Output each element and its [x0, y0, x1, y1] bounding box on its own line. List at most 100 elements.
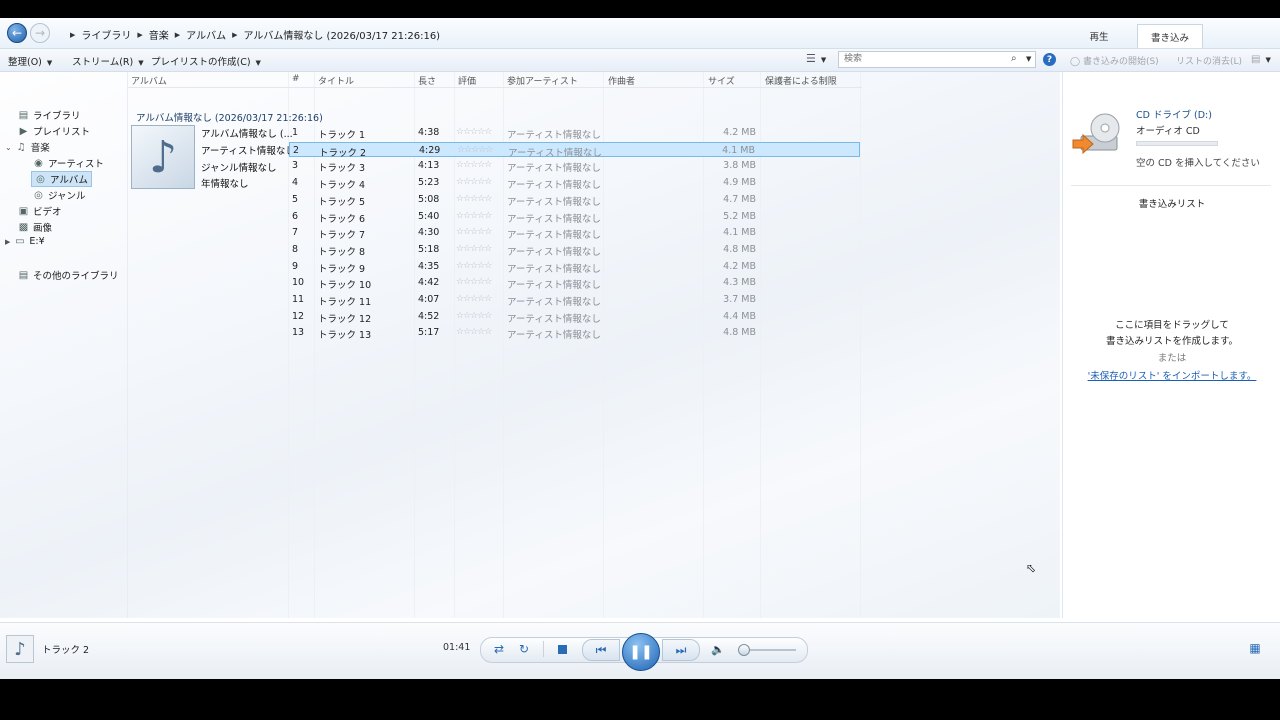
album-group-title[interactable]: アルバム情報なし (2026/03/17 21:26:16)	[136, 110, 323, 124]
help-icon[interactable]: ?	[1043, 53, 1056, 66]
track-rating[interactable]: ☆☆☆☆☆	[456, 177, 492, 187]
forward-button[interactable]: →	[30, 23, 50, 43]
repeat-icon: ↻	[518, 642, 530, 656]
nav-pictures[interactable]: ▩ 画像	[18, 220, 53, 235]
column-header-title[interactable]: タイトル	[318, 74, 354, 87]
album-meta-year: 年情報なし	[201, 179, 249, 190]
next-button[interactable]: ⏭	[662, 639, 700, 661]
nav-drive[interactable]: ▶ ▭ E:¥	[5, 236, 45, 247]
track-rating[interactable]: ☆☆☆☆☆	[456, 311, 492, 321]
album-art[interactable]: ♪	[131, 125, 195, 189]
column-header-rating[interactable]: 評価	[458, 74, 476, 87]
table-row[interactable]: 4 トラック 4 5:23 ☆☆☆☆☆ アーティスト情報なし 4.9 MB	[289, 175, 860, 192]
track-rating[interactable]: ☆☆☆☆☆	[456, 294, 492, 304]
table-row[interactable]: 5 トラック 5 5:08 ☆☆☆☆☆ アーティスト情報なし 4.7 MB	[289, 192, 860, 208]
drive-name[interactable]: CD ドライブ (D:)	[1136, 107, 1212, 121]
command-bar: 整理(O)▼ ストリーム(R)▼ プレイリストの作成(C)▼ ☰▼ ⌕ ▼ ? …	[0, 49, 1280, 72]
nav-video[interactable]: ▣ ビデオ	[18, 204, 62, 219]
search-icon[interactable]: ⌕	[1011, 53, 1017, 64]
table-row[interactable]: 10 トラック 10 4:42 ☆☆☆☆☆ アーティスト情報なし 4.3 MB	[289, 275, 860, 291]
track-title: トラック 2	[319, 147, 367, 159]
now-playing-art[interactable]: ♪	[6, 635, 34, 663]
column-header-size[interactable]: サイズ	[708, 74, 735, 87]
nav-artist[interactable]: ◉ アーティスト	[33, 156, 104, 171]
column-header-number[interactable]: #	[292, 74, 300, 84]
table-row[interactable]: 12 トラック 12 4:52 ☆☆☆☆☆ アーティスト情報なし 4.4 MB	[289, 309, 860, 325]
breadcrumb-separator-icon: ▶	[70, 30, 76, 39]
table-row[interactable]: 11 トラック 11 4:07 ☆☆☆☆☆ アーティスト情報なし 3.7 MB	[289, 292, 860, 308]
table-row[interactable]: 2 トラック 2 4:29 ☆☆☆☆☆ アーティスト情報なし 4.1 MB	[289, 141, 860, 159]
track-rating[interactable]: ☆☆☆☆☆	[456, 194, 492, 204]
nav-pictures-label: 画像	[33, 223, 53, 234]
column-header-artist[interactable]: 参加アーティスト	[507, 74, 578, 87]
pause-button[interactable]: ❚❚	[622, 633, 660, 671]
track-rating[interactable]: ☆☆☆☆☆	[456, 327, 492, 337]
chevron-right-icon[interactable]: ▶	[5, 238, 10, 246]
table-row[interactable]: 7 トラック 7 4:30 ☆☆☆☆☆ アーティスト情報なし 4.1 MB	[289, 225, 860, 241]
start-burn-button[interactable]: ◯ 書き込みの開始(S)	[1070, 54, 1159, 67]
caret-down-icon[interactable]: ▼	[1026, 55, 1031, 63]
navigation-pane: ▤ ライブラリ ▶ プレイリスト ⌄ ♫ 音楽 ◉ アーティスト ◎ アルバム ◎ ジャンル …	[0, 72, 128, 618]
stop-button[interactable]	[553, 640, 571, 658]
column-header-album[interactable]: アルバム	[131, 74, 167, 87]
breadcrumb-current[interactable]: アルバム情報なし (2026/03/17 21:26:16)	[243, 27, 440, 42]
track-length: 4:35	[418, 260, 440, 272]
track-title: トラック 12	[318, 313, 372, 325]
nav-genre-label: ジャンル	[48, 191, 86, 202]
track-length: 4:13	[418, 160, 440, 172]
column-header-length[interactable]: 長さ	[418, 74, 436, 87]
track-rating[interactable]: ☆☆☆☆☆	[456, 160, 492, 170]
table-row[interactable]: 8 トラック 8 5:18 ☆☆☆☆☆ アーティスト情報なし 4.8 MB	[289, 242, 860, 258]
nav-genre[interactable]: ◎ ジャンル	[33, 188, 86, 203]
table-row[interactable]: 1 トラック 1 4:38 ☆☆☆☆☆ アーティスト情報なし 4.2 MB	[289, 125, 860, 141]
search-input[interactable]	[839, 52, 1004, 66]
tab-burn[interactable]: 書き込み	[1137, 24, 1203, 48]
breadcrumb-album[interactable]: アルバム	[186, 27, 226, 42]
volume-slider-thumb[interactable]	[738, 644, 750, 656]
repeat-button[interactable]: ↻	[515, 640, 533, 658]
list-options-button[interactable]: ▤ ▼	[1251, 54, 1271, 65]
table-row[interactable]: 9 トラック 9 4:35 ☆☆☆☆☆ アーティスト情報なし 4.2 MB	[289, 259, 860, 275]
table-row[interactable]: 6 トラック 6 5:40 ☆☆☆☆☆ アーティスト情報なし 5.2 MB	[289, 209, 860, 225]
track-rating[interactable]: ☆☆☆☆☆	[456, 127, 492, 137]
stream-label: ストリーム(R)	[72, 57, 134, 68]
switch-to-now-playing-button[interactable]: ▦	[1246, 639, 1264, 657]
tab-play[interactable]: 再生	[1070, 24, 1128, 48]
track-length: 5:17	[418, 327, 440, 339]
column-header-parental[interactable]: 保護者による制限	[765, 74, 837, 87]
import-list-link[interactable]: '未保存のリスト' をインポートします。	[1063, 368, 1280, 382]
breadcrumb-music[interactable]: 音楽	[149, 27, 169, 42]
track-size: 4.2 MB	[723, 260, 756, 272]
table-row[interactable]: 3 トラック 3 4:13 ☆☆☆☆☆ アーティスト情報なし 3.8 MB	[289, 158, 860, 174]
track-rating[interactable]: ☆☆☆☆☆	[457, 145, 493, 155]
track-length: 4:07	[418, 294, 440, 305]
shuffle-button[interactable]: ⇄	[490, 640, 508, 658]
previous-button[interactable]: ⏮	[582, 639, 620, 661]
nav-playlists[interactable]: ▶ プレイリスト	[18, 124, 90, 139]
panel-divider	[1071, 185, 1271, 186]
track-size: 3.8 MB	[723, 160, 756, 172]
create-playlist-menu[interactable]: プレイリストの作成(C) ▼	[151, 54, 261, 68]
track-rating[interactable]: ☆☆☆☆☆	[456, 277, 492, 287]
track-title: トラック 4	[318, 180, 366, 192]
track-rating[interactable]: ☆☆☆☆☆	[456, 211, 492, 221]
breadcrumb-library[interactable]: ライブラリ	[81, 27, 131, 42]
nav-library[interactable]: ▤ ライブラリ	[18, 108, 81, 123]
nav-music[interactable]: ⌄ ♫ 音楽	[5, 140, 50, 155]
nav-album[interactable]: ◎ アルバム	[31, 171, 92, 187]
organize-menu[interactable]: 整理(O) ▼	[8, 54, 52, 68]
music-note-icon: ♫	[16, 141, 26, 153]
stream-menu[interactable]: ストリーム(R) ▼	[72, 54, 144, 68]
track-rating[interactable]: ☆☆☆☆☆	[456, 244, 492, 254]
clear-list-button[interactable]: リストの消去(L)	[1176, 54, 1242, 67]
track-rating[interactable]: ☆☆☆☆☆	[456, 227, 492, 237]
back-button[interactable]: ←	[7, 23, 27, 43]
nav-other-libraries[interactable]: ▤ その他のライブラリ	[18, 268, 119, 283]
view-options-button[interactable]: ☰ ▼	[806, 52, 826, 65]
mute-button[interactable]: 🔈	[709, 640, 727, 658]
chevron-down-icon[interactable]: ⌄	[5, 143, 12, 152]
track-title: トラック 5	[318, 196, 366, 208]
table-row[interactable]: 13 トラック 13 5:17 ☆☆☆☆☆ アーティスト情報なし 4.8 MB	[289, 325, 860, 341]
track-rating[interactable]: ☆☆☆☆☆	[456, 261, 492, 271]
column-header-composer[interactable]: 作曲者	[608, 74, 635, 87]
